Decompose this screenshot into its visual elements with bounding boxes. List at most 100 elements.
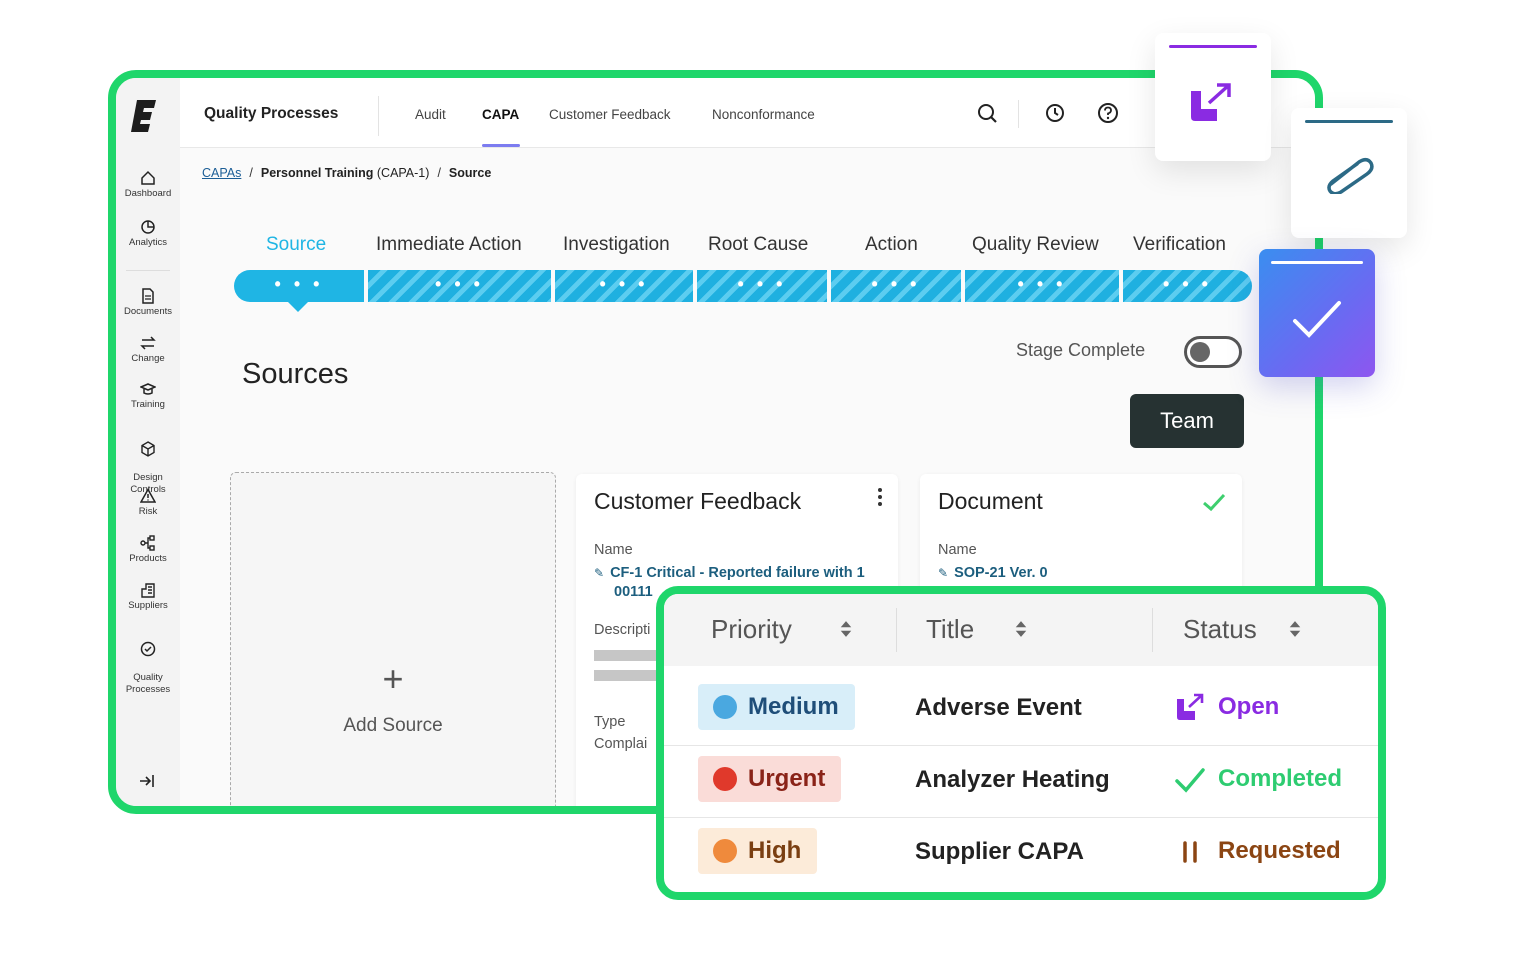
priority-badge-high: High bbox=[698, 828, 818, 874]
status-requested: Requested bbox=[1218, 837, 1341, 864]
check-icon bbox=[1203, 493, 1226, 512]
sidebar-item-products[interactable]: Products bbox=[116, 535, 180, 566]
card-title: Document bbox=[938, 488, 1043, 514]
hierarchy-icon bbox=[140, 535, 155, 551]
table-row[interactable]: High Supplier CAPA Requested bbox=[664, 818, 1378, 890]
stage-segment-investigation[interactable]: • • • bbox=[555, 270, 693, 302]
open-arrow-icon bbox=[1177, 693, 1204, 720]
tab-capa[interactable]: CAPA bbox=[482, 107, 519, 122]
tab-nonconformance[interactable]: Nonconformance bbox=[712, 107, 815, 122]
completed-float-card bbox=[1259, 249, 1375, 377]
sidebar-item-training[interactable]: Training bbox=[116, 381, 180, 412]
sidebar-item-label: Analytics bbox=[128, 237, 167, 248]
stage-complete-label: Stage Complete bbox=[1016, 340, 1146, 360]
sidebar-item-analytics[interactable]: Analytics bbox=[116, 219, 180, 250]
breadcrumb-current: Source bbox=[448, 166, 492, 180]
home-icon bbox=[141, 170, 155, 185]
warning-triangle-icon bbox=[140, 488, 156, 503]
name-label: Name bbox=[594, 542, 633, 558]
status-completed: Completed bbox=[1218, 765, 1343, 792]
breadcrumb: CAPAs / Personnel Training (CAPA-1) / Source bbox=[202, 166, 492, 180]
sidebar-item-documents[interactable]: Documents bbox=[116, 288, 180, 319]
badge-check-icon bbox=[140, 641, 156, 657]
stage-tab-verification[interactable]: Verification bbox=[1133, 234, 1226, 256]
stage-segment-root-cause[interactable]: • • • bbox=[697, 270, 827, 302]
sidebar-item-label: Documents bbox=[123, 306, 173, 317]
sidebar-item-label: Dashboard bbox=[124, 188, 172, 199]
cube-icon bbox=[141, 441, 155, 457]
stage-segment-immediate-action[interactable]: • • • bbox=[368, 270, 551, 302]
table-header: Priority Title Status bbox=[664, 594, 1378, 666]
breadcrumb-middle[interactable]: Personnel Training bbox=[261, 166, 374, 180]
add-source-label: Add Source bbox=[343, 715, 443, 736]
sidebar-item-change[interactable]: Change bbox=[116, 335, 180, 366]
card-title: Customer Feedback bbox=[594, 488, 802, 514]
stage-tab-quality-review[interactable]: Quality Review bbox=[972, 234, 1099, 256]
sidebar-item-dashboard[interactable]: Dashboard bbox=[116, 170, 180, 201]
search-icon[interactable] bbox=[976, 102, 998, 124]
stage-tab-immediate-action[interactable]: Immediate Action bbox=[376, 234, 522, 256]
status-open: Open bbox=[1218, 693, 1280, 720]
priority-badge-medium: Medium bbox=[698, 684, 855, 730]
pause-icon bbox=[1183, 841, 1197, 863]
sidebar-item-risk[interactable]: Risk bbox=[116, 488, 180, 519]
row-title: Supplier CAPA bbox=[915, 838, 1084, 865]
stage-progress-bar: • • • • • • • • • • • • • • • • • • • • … bbox=[234, 270, 1252, 302]
sort-icon[interactable] bbox=[1014, 618, 1028, 640]
kebab-menu-icon[interactable] bbox=[878, 488, 882, 509]
tab-customer-feedback[interactable]: Customer Feedback bbox=[549, 107, 671, 122]
table-row[interactable]: Urgent Analyzer Heating Completed bbox=[664, 746, 1378, 818]
sidebar-item-label: Quality Processes bbox=[125, 671, 171, 696]
collapse-sidebar-icon[interactable] bbox=[138, 772, 156, 790]
active-stage-pointer bbox=[286, 300, 310, 312]
help-icon[interactable] bbox=[1097, 102, 1119, 124]
stage-tab-root-cause[interactable]: Root Cause bbox=[708, 234, 808, 256]
stage-tab-source[interactable]: Source bbox=[266, 234, 326, 256]
pie-chart-icon bbox=[141, 220, 155, 234]
history-icon[interactable] bbox=[1044, 102, 1066, 124]
stage-segment-source[interactable]: • • • bbox=[234, 270, 364, 302]
stage-segment-action[interactable]: • • • bbox=[831, 270, 961, 302]
tab-audit[interactable]: Audit bbox=[415, 107, 446, 122]
stage-complete-toggle[interactable] bbox=[1184, 336, 1242, 368]
sidebar-item-quality-processes[interactable]: Quality Processes bbox=[116, 628, 180, 697]
stage-labels: Source Immediate Action Investigation Ro… bbox=[234, 234, 1254, 264]
page-title: Sources bbox=[242, 358, 349, 390]
sort-icon[interactable] bbox=[839, 618, 853, 640]
sidebar-item-label: Change bbox=[131, 353, 165, 364]
breadcrumb-middle-id: (CAPA-1) bbox=[376, 166, 430, 180]
sidebar: Dashboard Analytics Documents Change Tra… bbox=[116, 78, 180, 806]
sidebar-item-label: Risk bbox=[138, 506, 158, 517]
app-title: Quality Processes bbox=[204, 105, 339, 122]
row-title: Adverse Event bbox=[915, 694, 1082, 721]
breadcrumb-link-capas[interactable]: CAPAs bbox=[202, 166, 241, 180]
priority-dot bbox=[713, 767, 737, 791]
column-header-status[interactable]: Status bbox=[1183, 614, 1257, 645]
sidebar-item-label: Products bbox=[129, 553, 167, 564]
table-row[interactable]: Medium Adverse Event Open bbox=[664, 674, 1378, 746]
app-logo-icon[interactable] bbox=[128, 96, 162, 136]
building-icon bbox=[141, 583, 155, 598]
priority-table: Priority Title Status Medium Adverse Eve… bbox=[656, 586, 1386, 900]
top-bar: Quality Processes Audit CAPA Customer Fe… bbox=[180, 78, 1315, 148]
topbar-icon-divider bbox=[1018, 100, 1019, 128]
check-icon bbox=[1293, 301, 1341, 338]
stage-tab-action[interactable]: Action bbox=[865, 234, 918, 256]
priority-dot bbox=[713, 839, 737, 863]
sidebar-divider bbox=[126, 270, 170, 271]
team-button[interactable]: Team bbox=[1130, 394, 1244, 448]
sidebar-item-design-controls[interactable]: Design Controls bbox=[116, 428, 180, 497]
add-source-card[interactable]: + Add Source bbox=[230, 472, 556, 806]
sort-icon[interactable] bbox=[1288, 618, 1302, 640]
active-tab-indicator bbox=[482, 144, 520, 147]
stage-tab-investigation[interactable]: Investigation bbox=[563, 234, 670, 256]
attachment-float-card bbox=[1291, 108, 1407, 238]
paperclip-icon: ✎ bbox=[594, 566, 605, 580]
paperclip-icon: ✎ bbox=[938, 566, 949, 580]
stage-segment-quality-review[interactable]: • • • bbox=[965, 270, 1119, 302]
document-link[interactable]: ✎ SOP-21 Ver. 0 bbox=[938, 564, 1048, 583]
column-header-priority[interactable]: Priority bbox=[711, 614, 792, 645]
stage-segment-verification[interactable]: • • • bbox=[1123, 270, 1252, 302]
column-header-title[interactable]: Title bbox=[926, 614, 974, 645]
sidebar-item-suppliers[interactable]: Suppliers bbox=[116, 582, 180, 613]
